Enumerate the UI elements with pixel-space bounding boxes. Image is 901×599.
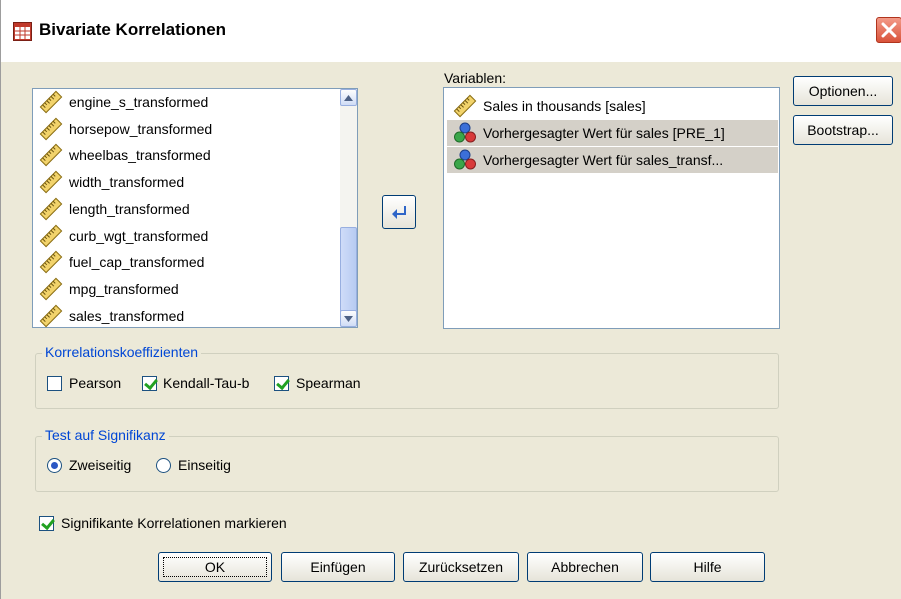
options-button-label: Optionen...	[808, 83, 878, 99]
list-item[interactable]: wheelbas_transformed	[33, 142, 211, 168]
ruler-icon	[39, 304, 63, 327]
help-button-label: Hilfe	[693, 559, 722, 575]
correlation-coefficients-group: Korrelationskoeffizienten Pearson Kendal…	[35, 344, 779, 409]
kendall-label[interactable]: Kendall-Tau-b	[163, 375, 249, 391]
scroll-thumb[interactable]	[340, 227, 357, 314]
flag-significant-label[interactable]: Signifikante Korrelationen markieren	[61, 515, 287, 531]
chevron-up-icon	[344, 94, 353, 101]
cancel-button-label: Abbrechen	[551, 559, 619, 575]
scroll-up-button[interactable]	[340, 89, 357, 106]
scroll-down-button[interactable]	[340, 310, 357, 327]
list-item[interactable]: engine_s_transformed	[33, 89, 208, 115]
bootstrap-button-label: Bootstrap...	[807, 122, 879, 138]
list-item-label: engine_s_transformed	[69, 94, 209, 110]
reset-button-label: Zurücksetzen	[418, 559, 504, 575]
one-sided-radio[interactable]	[156, 458, 171, 473]
list-item[interactable]: sales_transformed	[33, 303, 184, 329]
ruler-icon	[39, 170, 63, 194]
ruler-icon	[39, 144, 63, 167]
two-sided-radio[interactable]	[47, 458, 62, 473]
paste-button-label: Einfügen	[310, 559, 366, 575]
list-item-label: curb_wgt_transformed	[69, 227, 209, 244]
spearman-label[interactable]: Spearman	[296, 375, 361, 391]
dialog-window: Bivariate Korrelationen engine_s_transfo…	[0, 0, 901, 599]
flag-significant-checkbox[interactable]	[39, 516, 54, 531]
list-item-label: length_transformed	[69, 200, 190, 217]
title-bar: Bivariate Korrelationen	[1, 0, 901, 62]
ruler-icon	[39, 250, 63, 274]
correlation-group-title: Korrelationskoeffizienten	[42, 344, 202, 360]
list-item[interactable]: width_transformed	[33, 169, 184, 195]
list-item-label: Vorhergesagter Wert für sales_transf...	[483, 152, 724, 168]
window-title: Bivariate Korrelationen	[39, 20, 227, 39]
close-button[interactable]	[876, 17, 901, 43]
list-item[interactable]: fuel_cap_transformed	[33, 249, 204, 275]
ruler-icon	[39, 117, 63, 141]
list-item-label: wheelbas_transformed	[69, 147, 211, 164]
ruler-icon	[39, 277, 63, 301]
list-item-label: width_transformed	[69, 174, 185, 191]
kendall-checkbox[interactable]	[142, 376, 157, 391]
cancel-button[interactable]: Abbrechen	[527, 552, 643, 582]
two-sided-label[interactable]: Zweiseitig	[69, 457, 131, 473]
list-item[interactable]: length_transformed	[33, 196, 190, 222]
source-variable-list[interactable]: engine_s_transformed horsepow_transformed…	[32, 88, 358, 328]
move-variable-button[interactable]	[382, 195, 416, 229]
ruler-icon	[39, 90, 63, 114]
nominal-icon	[454, 122, 476, 143]
source-list-scrollbar[interactable]	[340, 89, 357, 327]
list-item[interactable]: Sales in thousands [sales]	[447, 93, 646, 119]
close-icon	[881, 22, 897, 38]
help-button[interactable]: Hilfe	[650, 552, 765, 582]
arrow-left-icon	[392, 206, 406, 219]
significance-test-group: Test auf Signifikanz Zweiseitig Einseiti…	[35, 427, 779, 492]
dialog-body: engine_s_transformed horsepow_transformed…	[1, 62, 901, 599]
pearson-label[interactable]: Pearson	[69, 375, 121, 391]
list-item[interactable]: Vorhergesagter Wert für sales [PRE_1]	[447, 120, 778, 146]
list-item-label: fuel_cap_transformed	[69, 254, 205, 271]
ruler-icon	[453, 94, 477, 118]
list-item[interactable]: horsepow_transformed	[33, 116, 212, 142]
variables-label: Variablen:	[444, 70, 507, 86]
bootstrap-button[interactable]: Bootstrap...	[793, 115, 893, 145]
table-icon	[13, 22, 32, 41]
list-item[interactable]: mpg_transformed	[33, 276, 179, 302]
list-item-label: sales_transformed	[69, 307, 185, 324]
list-item[interactable]: Vorhergesagter Wert für sales_transf...	[447, 147, 778, 173]
variables-list[interactable]: Sales in thousands [sales] Vorhergesagter…	[443, 87, 780, 329]
significance-group-title: Test auf Signifikanz	[42, 427, 169, 443]
ruler-icon	[39, 197, 63, 221]
reset-button[interactable]: Zurücksetzen	[403, 552, 519, 582]
list-item-label: mpg_transformed	[69, 280, 179, 297]
options-button[interactable]: Optionen...	[793, 76, 893, 106]
ok-button[interactable]: OK	[158, 552, 272, 582]
chevron-down-icon	[344, 315, 353, 322]
paste-button[interactable]: Einfügen	[281, 552, 395, 582]
list-item-label: horsepow_transformed	[69, 120, 213, 137]
one-sided-label[interactable]: Einseitig	[178, 457, 231, 473]
ruler-icon	[39, 224, 63, 247]
list-item-label: Vorhergesagter Wert für sales [PRE_1]	[483, 125, 725, 141]
list-item-label: Sales in thousands [sales]	[483, 98, 646, 114]
pearson-checkbox[interactable]	[47, 376, 62, 391]
spearman-checkbox[interactable]	[274, 376, 289, 391]
nominal-icon	[454, 149, 476, 170]
focus-ring	[163, 557, 267, 577]
list-item[interactable]: curb_wgt_transformed	[33, 223, 208, 249]
